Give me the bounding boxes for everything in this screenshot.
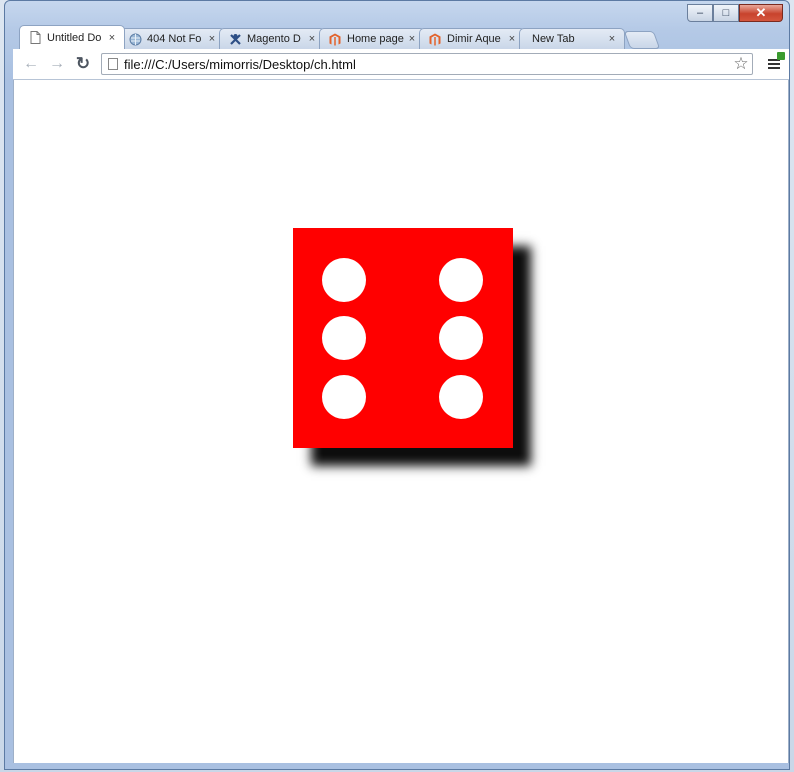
browser-window: – □ ✕ Untitled Do × 404 Not Fo × Magento…	[4, 0, 790, 770]
die-pip	[322, 375, 366, 419]
tab-label: New Tab	[532, 33, 575, 45]
tab-close-button[interactable]: ×	[606, 33, 618, 45]
chrome-menu-button[interactable]	[763, 52, 785, 75]
tab-close-button[interactable]: ×	[206, 33, 218, 45]
globe-icon	[128, 32, 142, 46]
tab-404-not-found[interactable]: 404 Not Fo ×	[119, 28, 225, 49]
die-pip	[322, 258, 366, 302]
tab-home-page[interactable]: Home page ×	[319, 28, 425, 49]
address-bar[interactable]: ☆	[101, 53, 753, 75]
tab-magento-docs[interactable]: Magento D ×	[219, 28, 325, 49]
die-pip	[439, 316, 483, 360]
page-icon	[108, 58, 118, 70]
window-controls: – □ ✕	[687, 4, 783, 22]
update-badge-icon	[777, 52, 785, 60]
browser-toolbar: ← → ↻ ☆	[13, 49, 789, 80]
page-viewport	[13, 80, 789, 763]
tab-label: Home page	[347, 33, 404, 45]
magento-logo-icon	[428, 32, 442, 46]
tab-close-button[interactable]: ×	[506, 33, 518, 45]
tab-label: Untitled Do	[47, 31, 102, 44]
menu-icon	[768, 59, 780, 69]
reload-button[interactable]: ↻	[73, 54, 93, 74]
minimize-button[interactable]: –	[687, 4, 713, 22]
tab-untitled-document[interactable]: Untitled Do ×	[19, 25, 125, 49]
maximize-button[interactable]: □	[713, 4, 739, 22]
bookmark-star-icon[interactable]: ☆	[730, 54, 752, 74]
magento-logo-icon	[328, 32, 342, 46]
back-button[interactable]: ←	[21, 54, 41, 74]
forward-arrow-icon: →	[49, 55, 65, 72]
back-arrow-icon: ←	[23, 55, 39, 72]
reload-icon: ↻	[75, 54, 91, 73]
magento-x-icon	[228, 32, 242, 46]
dice-face-six	[293, 228, 513, 448]
forward-button[interactable]: →	[47, 54, 67, 74]
tab-dimir-aqueduct[interactable]: Dimir Aque ×	[419, 28, 525, 49]
tab-close-button[interactable]: ×	[306, 33, 318, 45]
tab-label: 404 Not Fo	[147, 33, 202, 45]
document-icon	[28, 31, 42, 45]
tab-close-button[interactable]: ×	[406, 33, 418, 45]
tab-close-button[interactable]: ×	[106, 32, 118, 44]
tab-new-tab[interactable]: New Tab ×	[519, 28, 625, 49]
close-window-button[interactable]: ✕	[739, 4, 783, 22]
die-pip	[439, 258, 483, 302]
tab-label: Dimir Aque	[447, 33, 501, 45]
tab-strip: Untitled Do × 404 Not Fo × Magento D × H…	[19, 25, 661, 49]
die-pip	[322, 316, 366, 360]
tab-label: Magento D	[247, 33, 301, 45]
url-input[interactable]	[124, 56, 730, 72]
die-pip	[439, 375, 483, 419]
new-tab-button[interactable]	[623, 31, 661, 49]
